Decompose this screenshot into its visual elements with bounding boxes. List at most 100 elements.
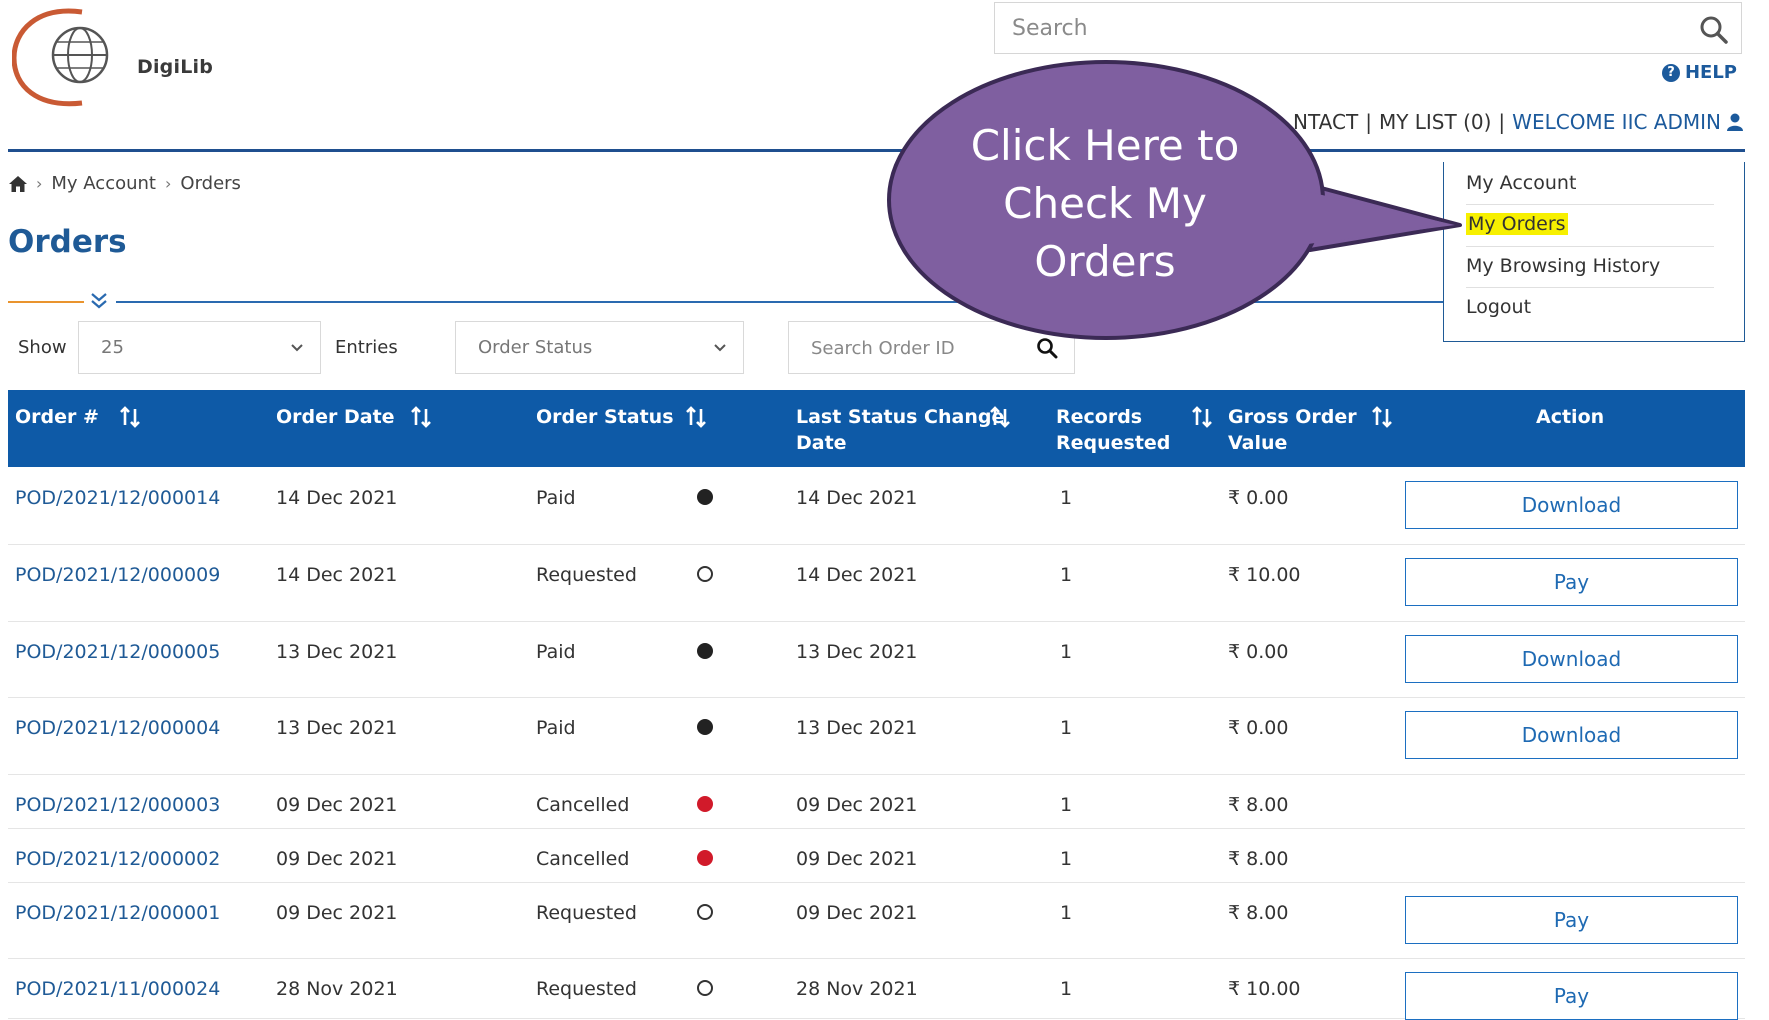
breadcrumb-my-account[interactable]: My Account [51,173,156,194]
status-dot-icon [697,489,713,505]
show-label: Show [18,337,67,358]
last-status-change-date: 13 Dec 2021 [796,717,918,739]
account-dropdown-menu: My Account My Orders My Browsing History… [1443,162,1745,342]
menu-item-my-account[interactable]: My Account [1466,172,1576,194]
help-link[interactable]: ? HELP [1661,62,1737,83]
order-id-link[interactable]: POD/2021/12/000009 [15,564,220,586]
menu-item-label: My Orders [1466,213,1568,235]
col-order-no-label: Order # [15,406,99,428]
order-id-link[interactable]: POD/2021/12/000003 [15,794,220,816]
order-date: 09 Dec 2021 [276,794,398,816]
order-status: Requested [536,978,637,1000]
menu-item-label: My Account [1466,172,1577,194]
menu-item-browsing-history[interactable]: My Browsing History [1466,255,1660,277]
gross-order-value: ₹ 8.00 [1228,794,1289,816]
records-requested: 1 [1060,794,1073,816]
col-order-no[interactable]: Order # [15,404,99,430]
col-order-date-label: Order Date [276,406,395,428]
site-search [994,2,1742,54]
welcome-label: WELCOME IIC ADMIN [1512,110,1721,134]
col-last-status-change[interactable]: Last Status Change Date [796,404,1004,456]
download-button[interactable]: Download [1405,711,1738,759]
order-id-link[interactable]: POD/2021/12/000005 [15,641,220,663]
col-gross-order-value[interactable]: Gross Order Value [1228,404,1357,456]
records-requested: 1 [1060,641,1073,663]
search-icon[interactable] [1036,337,1058,359]
order-date: 09 Dec 2021 [276,848,398,870]
status-dot-icon [697,566,713,582]
sort-icon[interactable] [989,406,1011,428]
pay-button[interactable]: Pay [1405,558,1738,606]
help-label: HELP [1684,62,1737,83]
status-dot-icon [697,850,713,866]
last-status-change-date: 09 Dec 2021 [796,794,918,816]
order-status: Cancelled [536,794,630,816]
menu-item-my-orders[interactable]: My Orders [1466,213,1568,235]
col-gross-label-1: Gross Order [1228,406,1357,428]
digilib-logo[interactable]: DigiLib [11,6,213,108]
menu-divider [1466,204,1714,205]
pay-button[interactable]: Pay [1405,972,1738,1020]
order-id-link[interactable]: POD/2021/12/000014 [15,487,220,509]
download-button[interactable]: Download [1405,481,1738,529]
records-requested: 1 [1060,564,1073,586]
table-row: POD/2021/12/000009 14 Dec 2021 Requested 14… [8,544,1745,622]
sort-icon[interactable] [685,406,707,428]
order-id-link[interactable]: POD/2021/12/000002 [15,848,220,870]
order-date: 14 Dec 2021 [276,487,398,509]
last-status-change-date: 14 Dec 2021 [796,487,918,509]
col-last-change-label-2: Date [796,432,847,454]
title-divider-accent [8,301,84,303]
order-id-link[interactable]: POD/2021/11/000024 [15,978,220,1000]
sort-icon[interactable] [1371,406,1393,428]
menu-divider [1466,246,1714,247]
col-order-status[interactable]: Order Status [536,404,674,430]
records-requested: 1 [1060,848,1073,870]
sort-icon[interactable] [119,406,141,428]
last-status-change-date: 09 Dec 2021 [796,902,918,924]
menu-item-logout[interactable]: Logout [1466,296,1531,318]
order-status-select[interactable]: Order Status [455,321,744,374]
nav-separator: | [1365,110,1372,134]
breadcrumb-chevron-icon: › [165,174,172,193]
page-size-select[interactable]: 25 [78,321,321,374]
records-requested: 1 [1060,902,1073,924]
entries-label: Entries [335,337,398,358]
search-input[interactable] [995,3,1692,53]
breadcrumb-chevron-icon: › [36,174,43,193]
order-status: Paid [536,641,576,663]
sort-icon[interactable] [1191,406,1213,428]
nav-contact[interactable]: NTACT [1293,110,1358,134]
table-row: POD/2021/12/000002 09 Dec 2021 Cancelled 09… [8,828,1745,883]
col-action-label: Action [1536,406,1605,428]
gross-order-value: ₹ 0.00 [1228,641,1289,663]
table-row: POD/2021/12/000004 13 Dec 2021 Paid 13 Dec … [8,697,1745,775]
breadcrumb: › My Account › Orders [9,173,241,194]
table-row: POD/2021/12/000005 13 Dec 2021 Paid 13 Dec … [8,621,1745,698]
double-chevron-down-icon [91,293,107,309]
question-circle-icon: ? [1661,63,1680,82]
col-records-requested[interactable]: Records Requested [1056,404,1170,456]
nav-welcome-user[interactable]: WELCOME IIC ADMIN [1512,110,1743,134]
last-status-change-date: 13 Dec 2021 [796,641,918,663]
nav-my-list[interactable]: MY LIST (0) [1379,110,1491,134]
title-divider-line [116,301,1446,303]
order-date: 14 Dec 2021 [276,564,398,586]
pay-button[interactable]: Pay [1405,896,1738,944]
download-button[interactable]: Download [1405,635,1738,683]
records-requested: 1 [1060,978,1073,1000]
order-id-search-input[interactable] [789,322,1043,375]
order-id-link[interactable]: POD/2021/12/000004 [15,717,220,739]
chevron-down-icon [291,344,303,352]
order-status: Cancelled [536,848,630,870]
order-date: 13 Dec 2021 [276,641,398,663]
order-id-link[interactable]: POD/2021/12/000001 [15,902,220,924]
records-requested: 1 [1060,717,1073,739]
home-icon[interactable] [9,175,27,192]
status-dot-icon [697,643,713,659]
search-icon[interactable] [1699,15,1729,45]
menu-item-label: My Browsing History [1466,255,1661,277]
sort-icon[interactable] [410,406,432,428]
col-order-date[interactable]: Order Date [276,404,395,430]
top-nav: NTACT | MY LIST (0) | WELCOME IIC ADMIN [1293,110,1743,134]
